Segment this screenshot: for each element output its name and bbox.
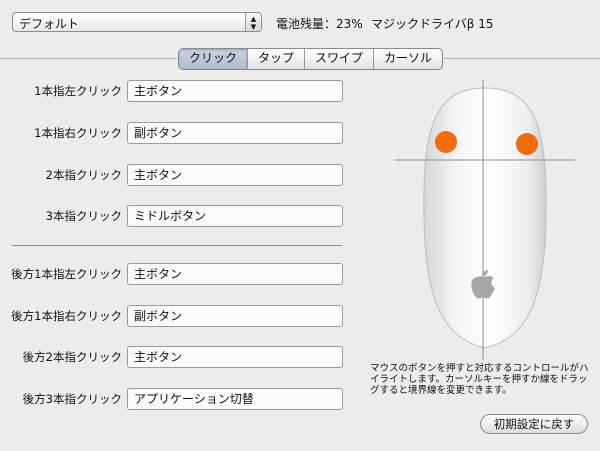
- device-name: マジックドライバβ 15: [371, 17, 494, 31]
- profile-select[interactable]: デフォルト ▲ ▼: [12, 12, 262, 32]
- tab-bar: クリック タップ スワイプ カーソル: [178, 48, 444, 70]
- tab-click[interactable]: クリック: [179, 49, 249, 69]
- row-label: 後方1本指右クリック: [11, 309, 122, 323]
- row-label: 3本指クリック: [45, 209, 122, 223]
- action-field[interactable]: 副ボタン: [127, 122, 343, 144]
- row-label: 1本指左クリック: [34, 84, 122, 98]
- tab-cursor[interactable]: カーソル: [374, 49, 442, 69]
- battery-status: 電池残量：23%: [276, 17, 363, 31]
- row-label: 2本指クリック: [45, 168, 122, 182]
- row-label: 1本指右クリック: [34, 126, 122, 140]
- help-text: マウスのボタンを押すと対応するコントロールがハイライトします。カーソルキーを押す…: [370, 363, 589, 396]
- mouse-diagram: [395, 80, 575, 360]
- tab-tap[interactable]: タップ: [248, 49, 306, 69]
- action-field[interactable]: 副ボタン: [127, 305, 343, 327]
- action-field[interactable]: アプリケーション切替: [127, 388, 343, 410]
- row-label: 後方2本指クリック: [22, 350, 122, 364]
- action-field[interactable]: 主ボタン: [127, 263, 343, 285]
- updown-arrows-icon: ▲ ▼: [245, 13, 261, 31]
- reset-defaults-button[interactable]: 初期設定に戻す: [480, 414, 588, 434]
- top-bar: デフォルト ▲ ▼ 電池残量：23% マジックドライバβ 15: [0, 0, 600, 44]
- action-field[interactable]: 主ボタン: [127, 80, 343, 102]
- row-label: 後方3本指クリック: [22, 392, 122, 406]
- row-label: 後方1本指左クリック: [11, 267, 122, 281]
- action-field[interactable]: 主ボタン: [127, 346, 343, 368]
- mouse-body: [423, 87, 547, 349]
- profile-select-value: デフォルト: [19, 17, 80, 31]
- action-field[interactable]: 主ボタン: [127, 164, 343, 186]
- action-field[interactable]: ミドルボタン: [127, 205, 343, 227]
- left-click-highlight: [435, 131, 457, 153]
- right-click-highlight: [516, 133, 538, 155]
- tab-swipe[interactable]: スワイプ: [305, 49, 375, 69]
- section-divider: [12, 245, 342, 246]
